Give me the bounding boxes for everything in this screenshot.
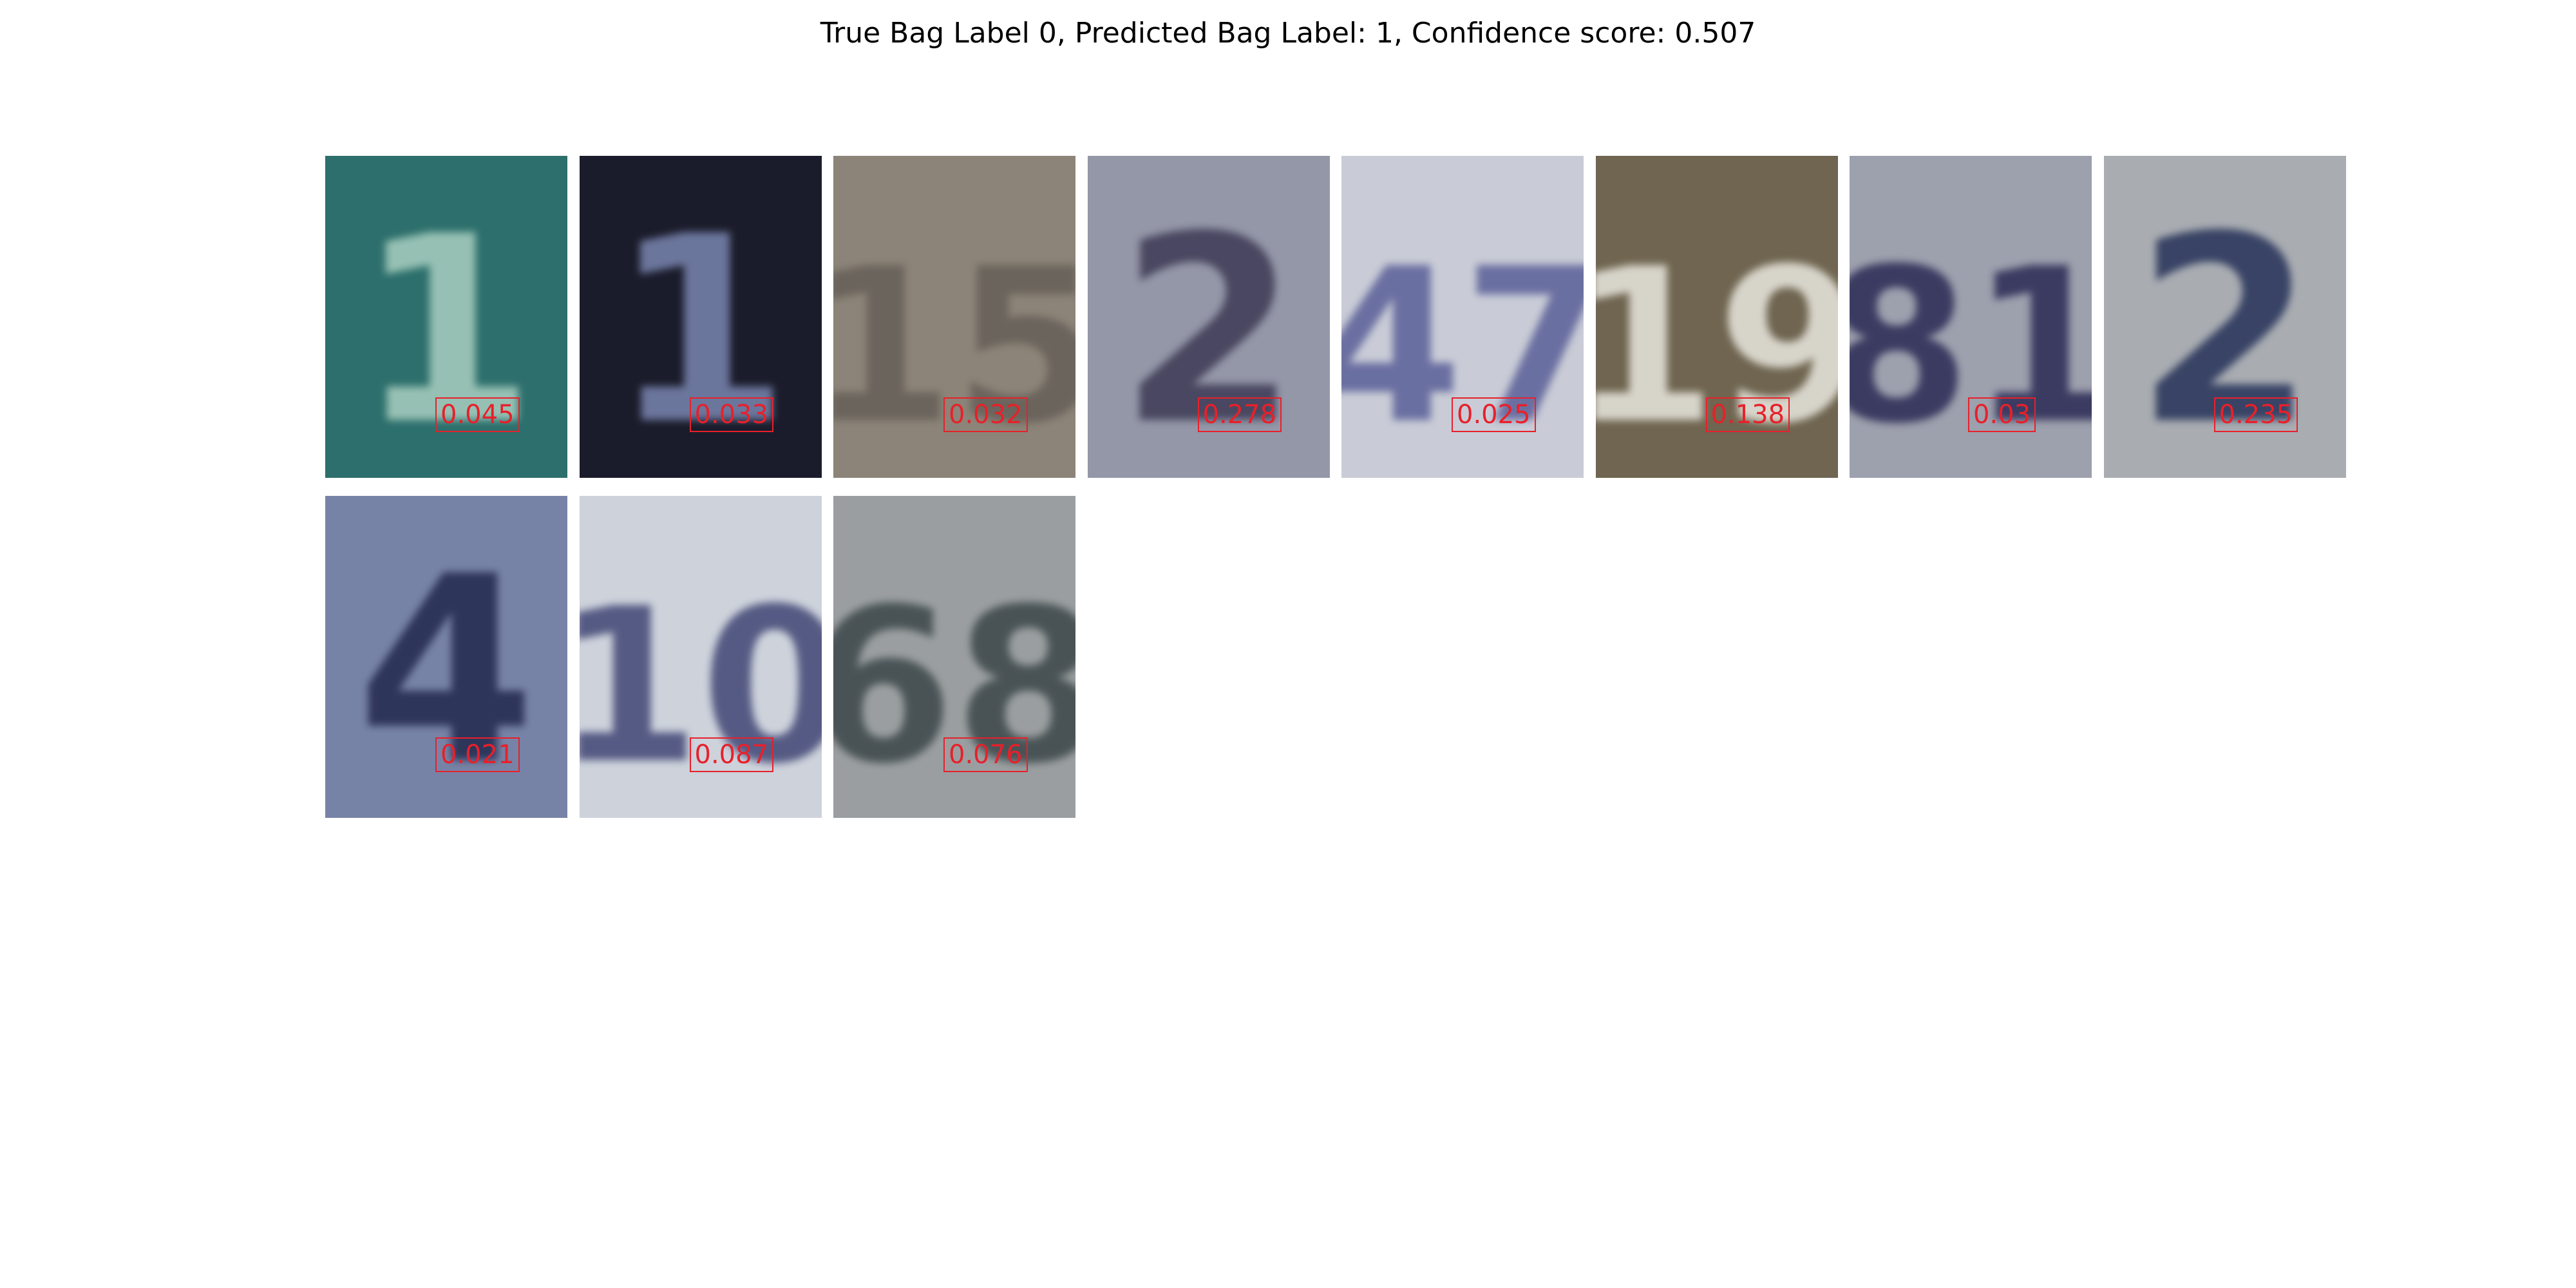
- instance-grid: 1 0.045 1 0.033 15 0.032 2 0.278 47 0.025 19 0.138 8…: [0, 0, 2576, 1288]
- svg-text:19: 19: [1596, 223, 1838, 470]
- attention-score: 0.021: [435, 737, 520, 772]
- svg-text:68: 68: [833, 563, 1075, 810]
- attention-score: 0.033: [689, 397, 774, 432]
- attention-score: 0.278: [1197, 397, 1282, 432]
- svg-text:1: 1: [357, 182, 536, 478]
- instance-tile: 10 0.087: [579, 496, 822, 818]
- instance-tile: 68 0.076: [833, 496, 1075, 818]
- instance-tile: 4 0.021: [325, 496, 567, 818]
- instance-tile: 2 0.235: [2103, 156, 2346, 478]
- attention-score: 0.032: [943, 397, 1028, 432]
- instance-tile: 2 0.278: [1087, 156, 1330, 478]
- svg-text:2: 2: [1119, 182, 1298, 478]
- attention-score: 0.03: [1968, 397, 2036, 432]
- attention-score: 0.045: [435, 397, 520, 432]
- svg-text:15: 15: [833, 223, 1075, 470]
- svg-text:47: 47: [1341, 223, 1584, 470]
- svg-text:2: 2: [2135, 182, 2314, 478]
- instance-tile: 19 0.138: [1595, 156, 1838, 478]
- instance-tile: 1 0.033: [579, 156, 822, 478]
- attention-score: 0.025: [1452, 397, 1536, 432]
- attention-score: 0.138: [1705, 397, 1790, 432]
- instance-tile: 1 0.045: [325, 156, 567, 478]
- instance-tile: 47 0.025: [1341, 156, 1584, 478]
- svg-text:1: 1: [611, 182, 790, 478]
- attention-score: 0.087: [689, 737, 774, 772]
- attention-score: 0.235: [2213, 397, 2298, 432]
- instance-tile: 15 0.032: [833, 156, 1075, 478]
- svg-text:4: 4: [357, 522, 536, 818]
- svg-text:10: 10: [580, 563, 822, 810]
- instance-tile: 81 0.03: [1850, 156, 2092, 478]
- attention-score: 0.076: [943, 737, 1028, 772]
- svg-text:81: 81: [1850, 223, 2092, 470]
